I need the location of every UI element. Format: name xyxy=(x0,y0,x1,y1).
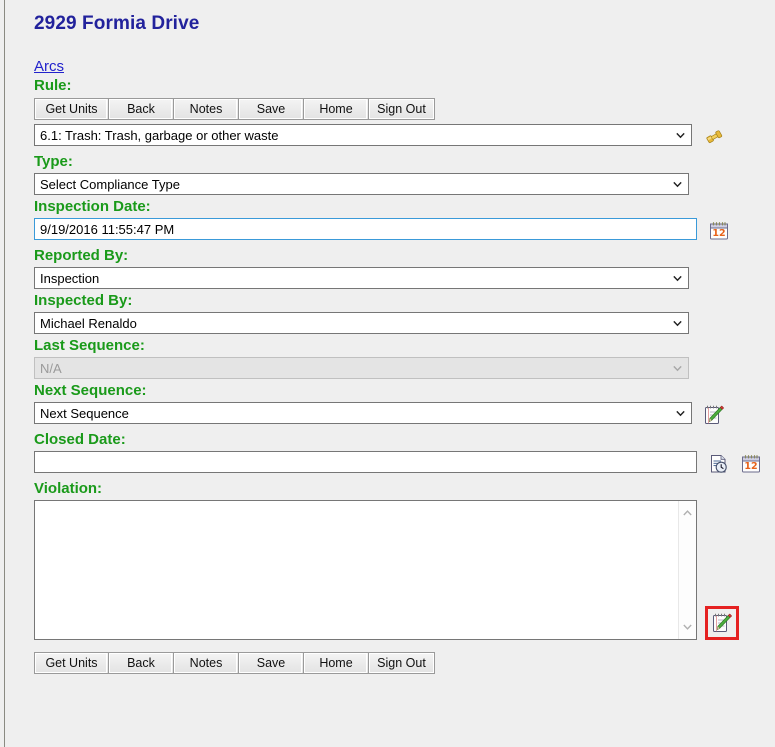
violation-scrollbar[interactable] xyxy=(678,501,696,639)
next-sequence-select-value: Next Sequence xyxy=(40,406,129,421)
inspection-date-row: 9/19/2016 11:55:47 PM 12 xyxy=(34,218,775,244)
calendar-icon: 12 xyxy=(742,455,760,473)
inspection-date-calendar-button[interactable]: 12 xyxy=(706,218,732,244)
chevron-down-icon xyxy=(672,318,683,329)
inspection-date-label: Inspection Date: xyxy=(34,198,151,215)
rule-row: 6.1: Trash: Trash, garbage or other wast… xyxy=(34,124,775,150)
violation-edit-button-highlight[interactable] xyxy=(705,606,739,640)
closed-date-row: 12 xyxy=(34,451,775,477)
next-sequence-label: Next Sequence: xyxy=(34,382,147,399)
type-select[interactable]: Select Compliance Type xyxy=(34,173,689,195)
gavel-icon-slot[interactable] xyxy=(701,124,727,150)
inspected-by-select-value: Michael Renaldo xyxy=(40,316,137,331)
closed-date-history-button[interactable] xyxy=(706,451,732,477)
left-margin-rule xyxy=(4,0,5,747)
toolbar-bottom: Get Units Back Notes Save Home Sign Out xyxy=(34,652,775,674)
get-units-button[interactable]: Get Units xyxy=(34,652,108,674)
type-select-value: Select Compliance Type xyxy=(40,177,180,192)
reported-by-select[interactable]: Inspection xyxy=(34,267,689,289)
toolbar-top: Get Units Back Notes Save Home Sign Out xyxy=(34,98,775,120)
next-sequence-row: Next Sequence xyxy=(34,402,775,428)
type-label: Type: xyxy=(34,153,73,170)
notes-button[interactable]: Notes xyxy=(173,652,238,674)
sign-out-button[interactable]: Sign Out xyxy=(368,652,435,674)
arcs-link[interactable]: Arcs xyxy=(34,58,64,75)
violation-label: Violation: xyxy=(34,480,103,497)
notepad-pencil-icon xyxy=(704,405,724,424)
next-sequence-select[interactable]: Next Sequence xyxy=(34,402,692,424)
page-root: 2929 Formia Drive Arcs Rule: Get Units B… xyxy=(0,0,775,747)
save-button[interactable]: Save xyxy=(238,652,303,674)
svg-text:12: 12 xyxy=(712,228,725,239)
chevron-down-icon xyxy=(675,408,686,419)
home-button[interactable]: Home xyxy=(303,98,368,120)
notepad-pencil-icon xyxy=(712,613,732,632)
toolbar-bottom-wrap: Get Units Back Notes Save Home Sign Out xyxy=(34,652,775,674)
scroll-up-icon[interactable] xyxy=(679,505,696,522)
sign-out-button[interactable]: Sign Out xyxy=(368,98,435,120)
inspected-by-label: Inspected By: xyxy=(34,292,133,309)
reported-by-select-value: Inspection xyxy=(40,271,100,286)
document-clock-icon xyxy=(711,455,727,473)
type-row: Select Compliance Type xyxy=(34,173,775,195)
last-sequence-row: N/A xyxy=(34,357,775,379)
back-button[interactable]: Back xyxy=(108,652,173,674)
notes-button[interactable]: Notes xyxy=(173,98,238,120)
chevron-down-icon xyxy=(672,273,683,284)
violation-row xyxy=(34,500,775,640)
page-title: 2929 Formia Drive xyxy=(34,13,200,34)
inspection-date-input[interactable]: 9/19/2016 11:55:47 PM xyxy=(34,218,697,240)
svg-text:12: 12 xyxy=(744,461,757,472)
calendar-icon: 12 xyxy=(710,222,728,240)
closed-date-calendar-button[interactable]: 12 xyxy=(738,451,764,477)
inspected-by-select[interactable]: Michael Renaldo xyxy=(34,312,689,334)
last-sequence-label: Last Sequence: xyxy=(34,337,145,354)
save-button[interactable]: Save xyxy=(238,98,303,120)
get-units-button[interactable]: Get Units xyxy=(34,98,108,120)
reported-by-label: Reported By: xyxy=(34,247,129,264)
breadcrumb: Arcs xyxy=(34,36,775,75)
home-button[interactable]: Home xyxy=(303,652,368,674)
back-button[interactable]: Back xyxy=(108,98,173,120)
reported-by-row: Inspection xyxy=(34,267,775,289)
chevron-down-icon xyxy=(672,363,683,374)
chevron-down-icon xyxy=(675,130,686,141)
rule-select-value: 6.1: Trash: Trash, garbage or other wast… xyxy=(40,128,279,143)
last-sequence-select-value: N/A xyxy=(40,361,62,376)
violation-textarea[interactable] xyxy=(34,500,697,640)
last-sequence-select: N/A xyxy=(34,357,689,379)
gavel-icon xyxy=(706,130,723,144)
closed-date-label: Closed Date: xyxy=(34,431,126,448)
chevron-down-icon xyxy=(672,179,683,190)
next-sequence-edit-button[interactable] xyxy=(701,402,727,428)
closed-date-input[interactable] xyxy=(34,451,697,473)
scroll-down-icon[interactable] xyxy=(679,618,696,635)
inspected-by-row: Michael Renaldo xyxy=(34,312,775,334)
rule-select[interactable]: 6.1: Trash: Trash, garbage or other wast… xyxy=(34,124,692,146)
rule-label: Rule: xyxy=(34,77,72,94)
violation-icon-column xyxy=(705,500,739,640)
